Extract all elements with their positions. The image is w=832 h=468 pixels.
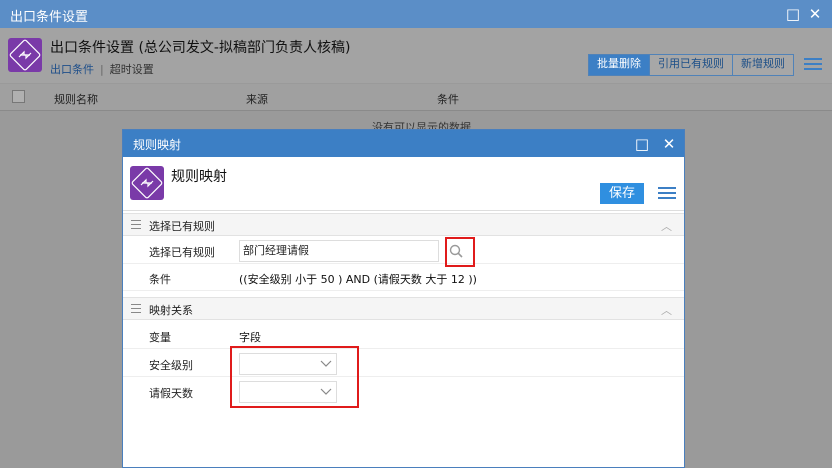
highlight-box-search <box>445 237 475 267</box>
outer-tabs: 出口条件 | 超时设置 <box>50 61 154 77</box>
save-button[interactable]: 保存 <box>600 183 644 204</box>
outer-header: 出口条件设置 (总公司发文-拟稿部门负责人核稿) 出口条件 | 超时设置 批量删除 … <box>0 28 832 83</box>
list-menu-icon[interactable] <box>658 187 676 201</box>
section-title: 映射关系 <box>149 304 193 317</box>
select-rule-label: 选择已有规则 <box>149 246 215 259</box>
outer-table-header: 规则名称 来源 条件 <box>0 84 832 111</box>
maximize-icon[interactable]: □ <box>784 5 802 23</box>
column-condition[interactable]: 条件 <box>437 91 459 107</box>
condition-value: ((安全级别 小于 50 ) AND (请假天数 大于 12 )) <box>239 273 477 286</box>
field-column-header: 字段 <box>239 331 261 344</box>
outer-toolbar: 批量删除 引用已有规则 新增规则 <box>588 54 794 76</box>
mapping-header-row: 变量 字段 <box>123 322 684 349</box>
dialog-title: 规则映射 <box>133 138 182 152</box>
reference-rule-button[interactable]: 引用已有规则 <box>650 55 733 75</box>
select-all-checkbox[interactable] <box>12 90 25 103</box>
maximize-icon[interactable]: □ <box>633 135 651 153</box>
list-menu-icon[interactable] <box>804 58 822 72</box>
section-title: 选择已有规则 <box>149 220 215 233</box>
tab-separator: | <box>100 63 104 76</box>
select-rule-input[interactable]: 部门经理请假 <box>239 240 439 262</box>
dialog-page-title: 规则映射 <box>171 169 227 185</box>
outer-page-title: 出口条件设置 (总公司发文-拟稿部门负责人核稿) <box>50 40 351 56</box>
mapping-row: 请假天数 <box>123 378 684 405</box>
flow-icon <box>8 38 42 72</box>
dialog-titlebar: 规则映射 □ ✕ <box>123 130 684 157</box>
section-mapping[interactable]: 映射关系 ︿ <box>123 297 684 320</box>
condition-label: 条件 <box>149 273 171 286</box>
variable-column-header: 变量 <box>149 331 171 344</box>
chevron-up-icon[interactable]: ︿ <box>661 302 672 318</box>
column-rule-name[interactable]: 规则名称 <box>54 91 98 107</box>
add-rule-button[interactable]: 新增规则 <box>733 55 793 75</box>
chevron-up-icon[interactable]: ︿ <box>661 218 672 234</box>
form-row-select-rule: 选择已有规则 部门经理请假 <box>123 237 684 264</box>
tab-timeout-settings[interactable]: 超时设置 <box>110 61 154 77</box>
drag-handle-icon[interactable] <box>131 220 141 232</box>
form-row-condition: 条件 ((安全级别 小于 50 ) AND (请假天数 大于 12 )) <box>123 264 684 291</box>
mapping-row: 安全级别 <box>123 350 684 377</box>
drag-handle-icon[interactable] <box>131 304 141 316</box>
outer-window-title: 出口条件设置 <box>10 10 89 25</box>
batch-delete-button[interactable]: 批量删除 <box>589 55 650 75</box>
dialog-header: 规则映射 保存 <box>123 157 684 211</box>
flow-icon <box>130 166 164 200</box>
highlight-box-selects <box>230 346 359 408</box>
section-existing-rule[interactable]: 选择已有规则 ︿ <box>123 213 684 236</box>
column-source[interactable]: 来源 <box>246 91 268 107</box>
rule-mapping-dialog: 规则映射 □ ✕ 规则映射 保存 选择已有规则 ︿ 选择已有规则 部门经理请假 … <box>122 129 685 468</box>
mapping-variable-label: 安全级别 <box>149 359 193 372</box>
close-icon[interactable]: ✕ <box>806 5 824 23</box>
mapping-variable-label: 请假天数 <box>149 387 193 400</box>
close-icon[interactable]: ✕ <box>660 135 678 153</box>
outer-titlebar: 出口条件设置 □ ✕ <box>0 0 832 28</box>
tab-exit-conditions[interactable]: 出口条件 <box>50 61 94 77</box>
